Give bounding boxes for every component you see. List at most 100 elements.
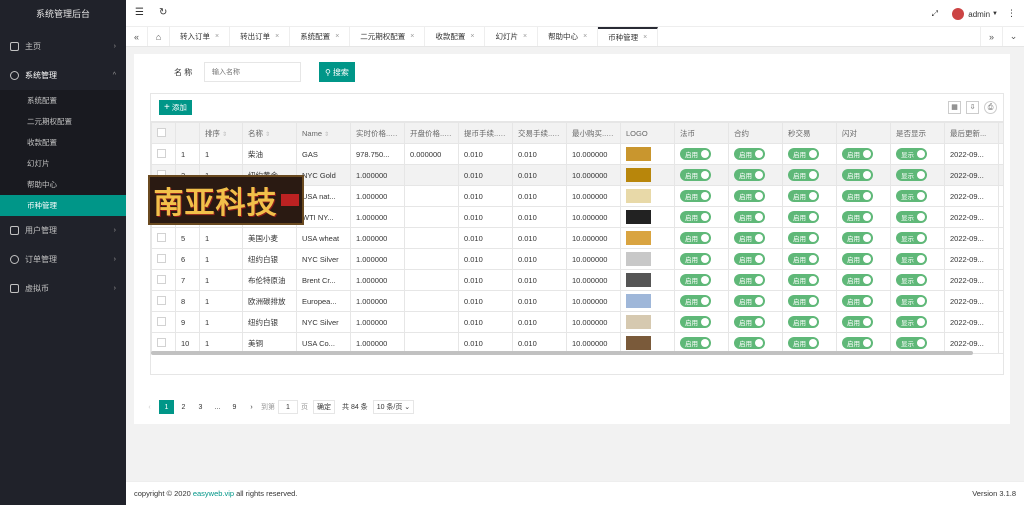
- row-edit-action[interactable]: 修: [998, 185, 1003, 207]
- visible-toggle[interactable]: 显示: [890, 311, 945, 333]
- toggle-switch[interactable]: 启用: [734, 337, 765, 349]
- row-edit-action[interactable]: 修: [998, 269, 1003, 291]
- toggle-switch[interactable]: 启用: [734, 169, 765, 181]
- home-tab-icon[interactable]: ⌂: [148, 27, 170, 46]
- toggle-switch[interactable]: 启用: [680, 211, 711, 223]
- toggle-switch[interactable]: 显示: [896, 232, 927, 244]
- col-withdraw-fee[interactable]: 提币手续... ⇕: [458, 122, 513, 144]
- row-checkbox[interactable]: [151, 143, 176, 165]
- second-toggle[interactable]: 启用: [782, 269, 837, 291]
- visible-toggle[interactable]: 显示: [890, 143, 945, 165]
- menu-item-crypto[interactable]: 虚拟币 ›: [0, 274, 126, 303]
- second-toggle[interactable]: 启用: [782, 227, 837, 249]
- tab-transfer-out[interactable]: 转出订单 ×: [230, 27, 291, 46]
- toggle-switch[interactable]: 启用: [788, 148, 819, 160]
- contract-toggle[interactable]: 启用: [728, 143, 783, 165]
- toggle-switch[interactable]: 启用: [788, 211, 819, 223]
- toggle-switch[interactable]: 启用: [788, 274, 819, 286]
- more-icon[interactable]: ⋮: [1007, 8, 1016, 19]
- page-size-select[interactable]: 10 条/页 ⌄: [372, 400, 415, 414]
- columns-icon[interactable]: ▦: [948, 101, 961, 114]
- submenu-system-config[interactable]: 系统配置: [0, 90, 126, 111]
- col-en-name[interactable]: Name ⇕: [296, 122, 351, 144]
- page-jump-input[interactable]: 1: [278, 400, 298, 414]
- second-toggle[interactable]: 启用: [782, 143, 837, 165]
- flash-toggle[interactable]: 启用: [836, 248, 891, 270]
- close-icon[interactable]: ×: [215, 33, 219, 40]
- toggle-switch[interactable]: 启用: [680, 169, 711, 181]
- submenu-currency-management[interactable]: 币种管理: [0, 195, 126, 216]
- tab-system-config[interactable]: 系统配置 ×: [290, 27, 351, 46]
- menu-item-home[interactable]: 主页 ›: [0, 32, 126, 61]
- table-row[interactable]: 7 1 布伦特原油 Brent Cr... 1.000000 0.010 0.010 10.0…: [151, 269, 1003, 291]
- col-min-buy[interactable]: 最小购买... ⇕: [566, 122, 621, 144]
- toggle-switch[interactable]: 启用: [734, 274, 765, 286]
- fiat-toggle[interactable]: 启用: [674, 164, 729, 186]
- footer-link[interactable]: easyweb.vip: [193, 489, 234, 498]
- submenu-help-center[interactable]: 帮助中心: [0, 174, 126, 195]
- submenu-slides[interactable]: 幻灯片: [0, 153, 126, 174]
- table-row[interactable]: 8 1 欧洲碳排放 Europea... 1.000000 0.010 0.010 10.00…: [151, 290, 1003, 312]
- close-icon[interactable]: ×: [643, 34, 647, 41]
- toggle-switch[interactable]: 显示: [896, 190, 927, 202]
- row-edit-action[interactable]: 修: [998, 248, 1003, 270]
- visible-toggle[interactable]: 显示: [890, 185, 945, 207]
- second-toggle[interactable]: 启用: [782, 206, 837, 228]
- tab-transfer-in[interactable]: 转入订单 ×: [170, 27, 231, 46]
- contract-toggle[interactable]: 启用: [728, 269, 783, 291]
- search-button[interactable]: ⚲ 搜索: [319, 62, 355, 82]
- contract-toggle[interactable]: 启用: [728, 311, 783, 333]
- toggle-switch[interactable]: 启用: [788, 190, 819, 202]
- toggle-switch[interactable]: 启用: [734, 295, 765, 307]
- tab-slides[interactable]: 幻灯片 ×: [485, 27, 539, 46]
- contract-toggle[interactable]: 启用: [728, 290, 783, 312]
- toggle-switch[interactable]: 启用: [788, 316, 819, 328]
- menu-toggle-icon[interactable]: ☰: [135, 7, 144, 18]
- tab-binary-options[interactable]: 二元期权配置 ×: [350, 27, 426, 46]
- fiat-toggle[interactable]: 启用: [674, 269, 729, 291]
- search-input[interactable]: [204, 62, 301, 82]
- contract-toggle[interactable]: 启用: [728, 248, 783, 270]
- page-3[interactable]: 3: [193, 400, 208, 414]
- toggle-switch[interactable]: 启用: [734, 148, 765, 160]
- row-edit-action[interactable]: 修: [998, 164, 1003, 186]
- table-row[interactable]: 6 1 纽约白银 NYC Silver 1.000000 0.010 0.010 10.000…: [151, 248, 1003, 270]
- row-edit-action[interactable]: 修: [998, 332, 1003, 354]
- second-toggle[interactable]: 启用: [782, 185, 837, 207]
- toggle-switch[interactable]: 启用: [734, 316, 765, 328]
- contract-toggle[interactable]: 启用: [728, 164, 783, 186]
- second-toggle[interactable]: 启用: [782, 290, 837, 312]
- flash-toggle[interactable]: 启用: [836, 269, 891, 291]
- row-edit-action[interactable]: 修: [998, 227, 1003, 249]
- page-2[interactable]: 2: [176, 400, 191, 414]
- col-price[interactable]: 实时价格... ⇕: [350, 122, 405, 144]
- row-checkbox[interactable]: [151, 227, 176, 249]
- close-icon[interactable]: ×: [335, 33, 339, 40]
- toggle-switch[interactable]: 启用: [842, 253, 873, 265]
- menu-item-system[interactable]: 系统管理 ^: [0, 61, 126, 90]
- second-toggle[interactable]: 启用: [782, 164, 837, 186]
- flash-toggle[interactable]: 启用: [836, 164, 891, 186]
- tabs-dropdown-icon[interactable]: ⌄: [1002, 27, 1024, 46]
- visible-toggle[interactable]: 显示: [890, 290, 945, 312]
- row-checkbox[interactable]: [151, 290, 176, 312]
- toggle-switch[interactable]: 启用: [680, 316, 711, 328]
- prev-page-icon[interactable]: ‹: [142, 400, 157, 414]
- visible-toggle[interactable]: 显示: [890, 269, 945, 291]
- row-edit-action[interactable]: 修: [998, 311, 1003, 333]
- toggle-switch[interactable]: 显示: [896, 316, 927, 328]
- toggle-switch[interactable]: 启用: [680, 190, 711, 202]
- second-toggle[interactable]: 启用: [782, 248, 837, 270]
- tabs-scroll-right-icon[interactable]: »: [980, 27, 1002, 46]
- visible-toggle[interactable]: 显示: [890, 227, 945, 249]
- contract-toggle[interactable]: 启用: [728, 206, 783, 228]
- toggle-switch[interactable]: 显示: [896, 337, 927, 349]
- select-all-checkbox[interactable]: [151, 122, 176, 144]
- visible-toggle[interactable]: 显示: [890, 248, 945, 270]
- close-icon[interactable]: ×: [583, 33, 587, 40]
- page-confirm-button[interactable]: 确定: [313, 400, 335, 414]
- flash-toggle[interactable]: 启用: [836, 206, 891, 228]
- visible-toggle[interactable]: 显示: [890, 164, 945, 186]
- toggle-switch[interactable]: 启用: [842, 232, 873, 244]
- toggle-switch[interactable]: 启用: [680, 253, 711, 265]
